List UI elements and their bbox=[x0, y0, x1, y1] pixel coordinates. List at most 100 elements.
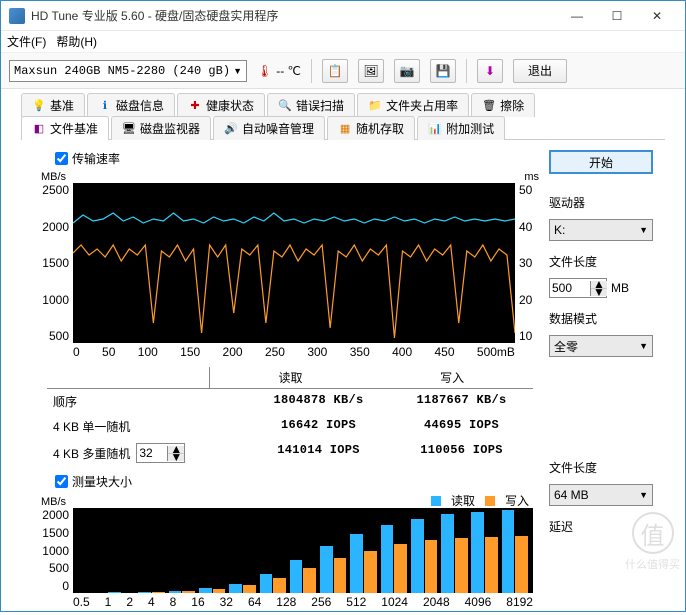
exit-button[interactable]: 退出 bbox=[513, 59, 567, 83]
write-bar bbox=[394, 544, 407, 593]
y2-label: ms bbox=[524, 171, 539, 183]
read-bar bbox=[199, 588, 212, 593]
close-button[interactable]: ✕ bbox=[637, 2, 677, 30]
transfer-checkbox[interactable]: 传输速率 bbox=[55, 150, 537, 167]
row-4k-multi: 4 KB 多重随机 ▲▼ 141014 IOPS 110056 IOPS bbox=[47, 439, 533, 467]
col-read: 读取 bbox=[210, 367, 372, 388]
row-sequential: 顺序 1804878 KB/s 1187667 KB/s bbox=[47, 389, 533, 414]
y-label-2: MB/s bbox=[41, 496, 66, 508]
flen2-combo[interactable]: 64 MB▼ bbox=[549, 484, 653, 506]
flen-input[interactable] bbox=[550, 281, 590, 295]
bars-container bbox=[73, 508, 533, 593]
chart2-legend: 读取 写入 bbox=[431, 492, 529, 509]
maximize-button[interactable]: ☐ bbox=[597, 2, 637, 30]
bar-group bbox=[77, 508, 105, 593]
tab-benchmark[interactable]: 💡基准 bbox=[21, 93, 85, 117]
tab-aam[interactable]: 🔊自动噪音管理 bbox=[213, 116, 325, 140]
start-button[interactable]: 开始 bbox=[549, 150, 653, 174]
bar-group bbox=[410, 508, 438, 593]
menu-help[interactable]: 帮助(H) bbox=[56, 33, 97, 50]
spin-down-icon[interactable]: ▼ bbox=[591, 289, 607, 296]
bar-group bbox=[349, 508, 377, 593]
tab-info[interactable]: ℹ磁盘信息 bbox=[87, 93, 175, 117]
menu-file[interactable]: 文件(F) bbox=[7, 33, 46, 50]
y1-ticks: 2500200015001000500 bbox=[41, 183, 69, 343]
tab-erase[interactable]: 🗑擦除 bbox=[471, 93, 535, 117]
bar-plot bbox=[73, 508, 533, 593]
tab-random[interactable]: ▦随机存取 bbox=[327, 116, 415, 140]
read-bar bbox=[169, 591, 182, 593]
read-bar bbox=[502, 510, 515, 593]
col-write: 写入 bbox=[371, 367, 533, 388]
save-button[interactable]: 💾 bbox=[430, 59, 456, 83]
transfer-chart: MB/s ms 2500200015001000500 5040302010 0… bbox=[43, 169, 537, 359]
blocksize-checkbox[interactable]: 测量块大小 bbox=[55, 473, 537, 490]
tabs: 💡基准 ℹ磁盘信息 ✚健康状态 🔍错误扫描 📁文件夹占用率 🗑擦除 ◧文件基准 … bbox=[1, 89, 685, 139]
bulb-icon: 💡 bbox=[32, 99, 46, 113]
read-bar bbox=[381, 525, 394, 593]
flen-unit: MB bbox=[611, 281, 629, 295]
line-svg bbox=[73, 183, 515, 343]
tab-errorscan[interactable]: 🔍错误扫描 bbox=[267, 93, 355, 117]
screenshot-button[interactable]: 📷 bbox=[394, 59, 420, 83]
y2-ticks: 5040302010 bbox=[519, 183, 539, 343]
drive-combo[interactable]: K:▼ bbox=[549, 219, 653, 241]
tab-folder[interactable]: 📁文件夹占用率 bbox=[357, 93, 469, 117]
extra-icon: 📊 bbox=[428, 122, 442, 136]
read-bar bbox=[260, 574, 273, 593]
copy-text-button[interactable]: 📋 bbox=[322, 59, 348, 83]
legend-write-swatch bbox=[485, 496, 495, 506]
y-ticks-2: 2000150010005000 bbox=[41, 508, 69, 593]
mode-label: 数据模式 bbox=[549, 310, 653, 327]
spin-down-icon[interactable]: ▼ bbox=[168, 454, 184, 461]
chevron-down-icon: ▼ bbox=[233, 66, 242, 76]
options-button[interactable]: ⬇ bbox=[477, 59, 503, 83]
row-4k-single: 4 KB 单一随机 16642 IOPS 44695 IOPS bbox=[47, 414, 533, 439]
drive-select-value: Maxsun 240GB NM5-2280 (240 gB) bbox=[14, 64, 230, 78]
write-bar bbox=[243, 585, 256, 593]
separator bbox=[311, 59, 312, 83]
chevron-down-icon: ▼ bbox=[639, 490, 648, 500]
delay-label: 延迟 bbox=[549, 518, 653, 535]
write-bar bbox=[273, 578, 286, 593]
read-bar bbox=[229, 584, 242, 593]
thermometer-icon: 🌡 bbox=[257, 64, 272, 78]
write-bar bbox=[182, 591, 195, 593]
random-icon: ▦ bbox=[338, 122, 352, 136]
blocksize-check-input[interactable] bbox=[55, 475, 68, 488]
flen-spinner[interactable]: ▲▼ bbox=[549, 278, 607, 298]
tab-filebench[interactable]: ◧文件基准 bbox=[21, 116, 109, 140]
magnify-icon: 🔍 bbox=[278, 99, 292, 113]
flen-label: 文件长度 bbox=[549, 253, 653, 270]
temp-value: -- ℃ bbox=[276, 64, 301, 78]
transfer-check-input[interactable] bbox=[55, 152, 68, 165]
tab-monitor[interactable]: 🖥磁盘监视器 bbox=[111, 116, 211, 140]
write-bar bbox=[334, 558, 347, 593]
arrow-down-icon: ⬇ bbox=[485, 64, 495, 78]
legend-read-swatch bbox=[431, 496, 441, 506]
monitor-icon: 🖥 bbox=[122, 122, 136, 136]
tab-health[interactable]: ✚健康状态 bbox=[177, 93, 265, 117]
bar-group bbox=[107, 508, 135, 593]
window-title: HD Tune 专业版 5.60 - 硬盘/固态硬盘实用程序 bbox=[31, 7, 557, 24]
write-line bbox=[73, 245, 515, 338]
read-bar bbox=[411, 519, 424, 593]
speaker-icon: 🔊 bbox=[224, 122, 238, 136]
menubar: 文件(F) 帮助(H) bbox=[1, 31, 685, 53]
mode-combo[interactable]: 全零▼ bbox=[549, 335, 653, 357]
read-bar bbox=[441, 514, 454, 593]
read-bar bbox=[350, 534, 363, 594]
bar-group bbox=[228, 508, 256, 593]
tab-extra[interactable]: 📊附加测试 bbox=[417, 116, 505, 140]
blocksize-chart: MB/s 读取 写入 2000150010005000 0.5124816326… bbox=[43, 494, 537, 609]
x-ticks-2: 0.512481632641282565121024204840968192 bbox=[73, 595, 533, 609]
copy-image-button[interactable]: 🖼 bbox=[358, 59, 384, 83]
drive-select[interactable]: Maxsun 240GB NM5-2280 (240 gB) ▼ bbox=[9, 60, 247, 82]
exit-label: 退出 bbox=[528, 62, 552, 79]
qd-input[interactable] bbox=[137, 446, 167, 460]
info-icon: ℹ bbox=[98, 99, 112, 113]
minimize-button[interactable]: — bbox=[557, 2, 597, 30]
qd-spinner[interactable]: ▲▼ bbox=[136, 443, 185, 463]
write-bar bbox=[364, 551, 377, 594]
bar-group bbox=[440, 508, 468, 593]
